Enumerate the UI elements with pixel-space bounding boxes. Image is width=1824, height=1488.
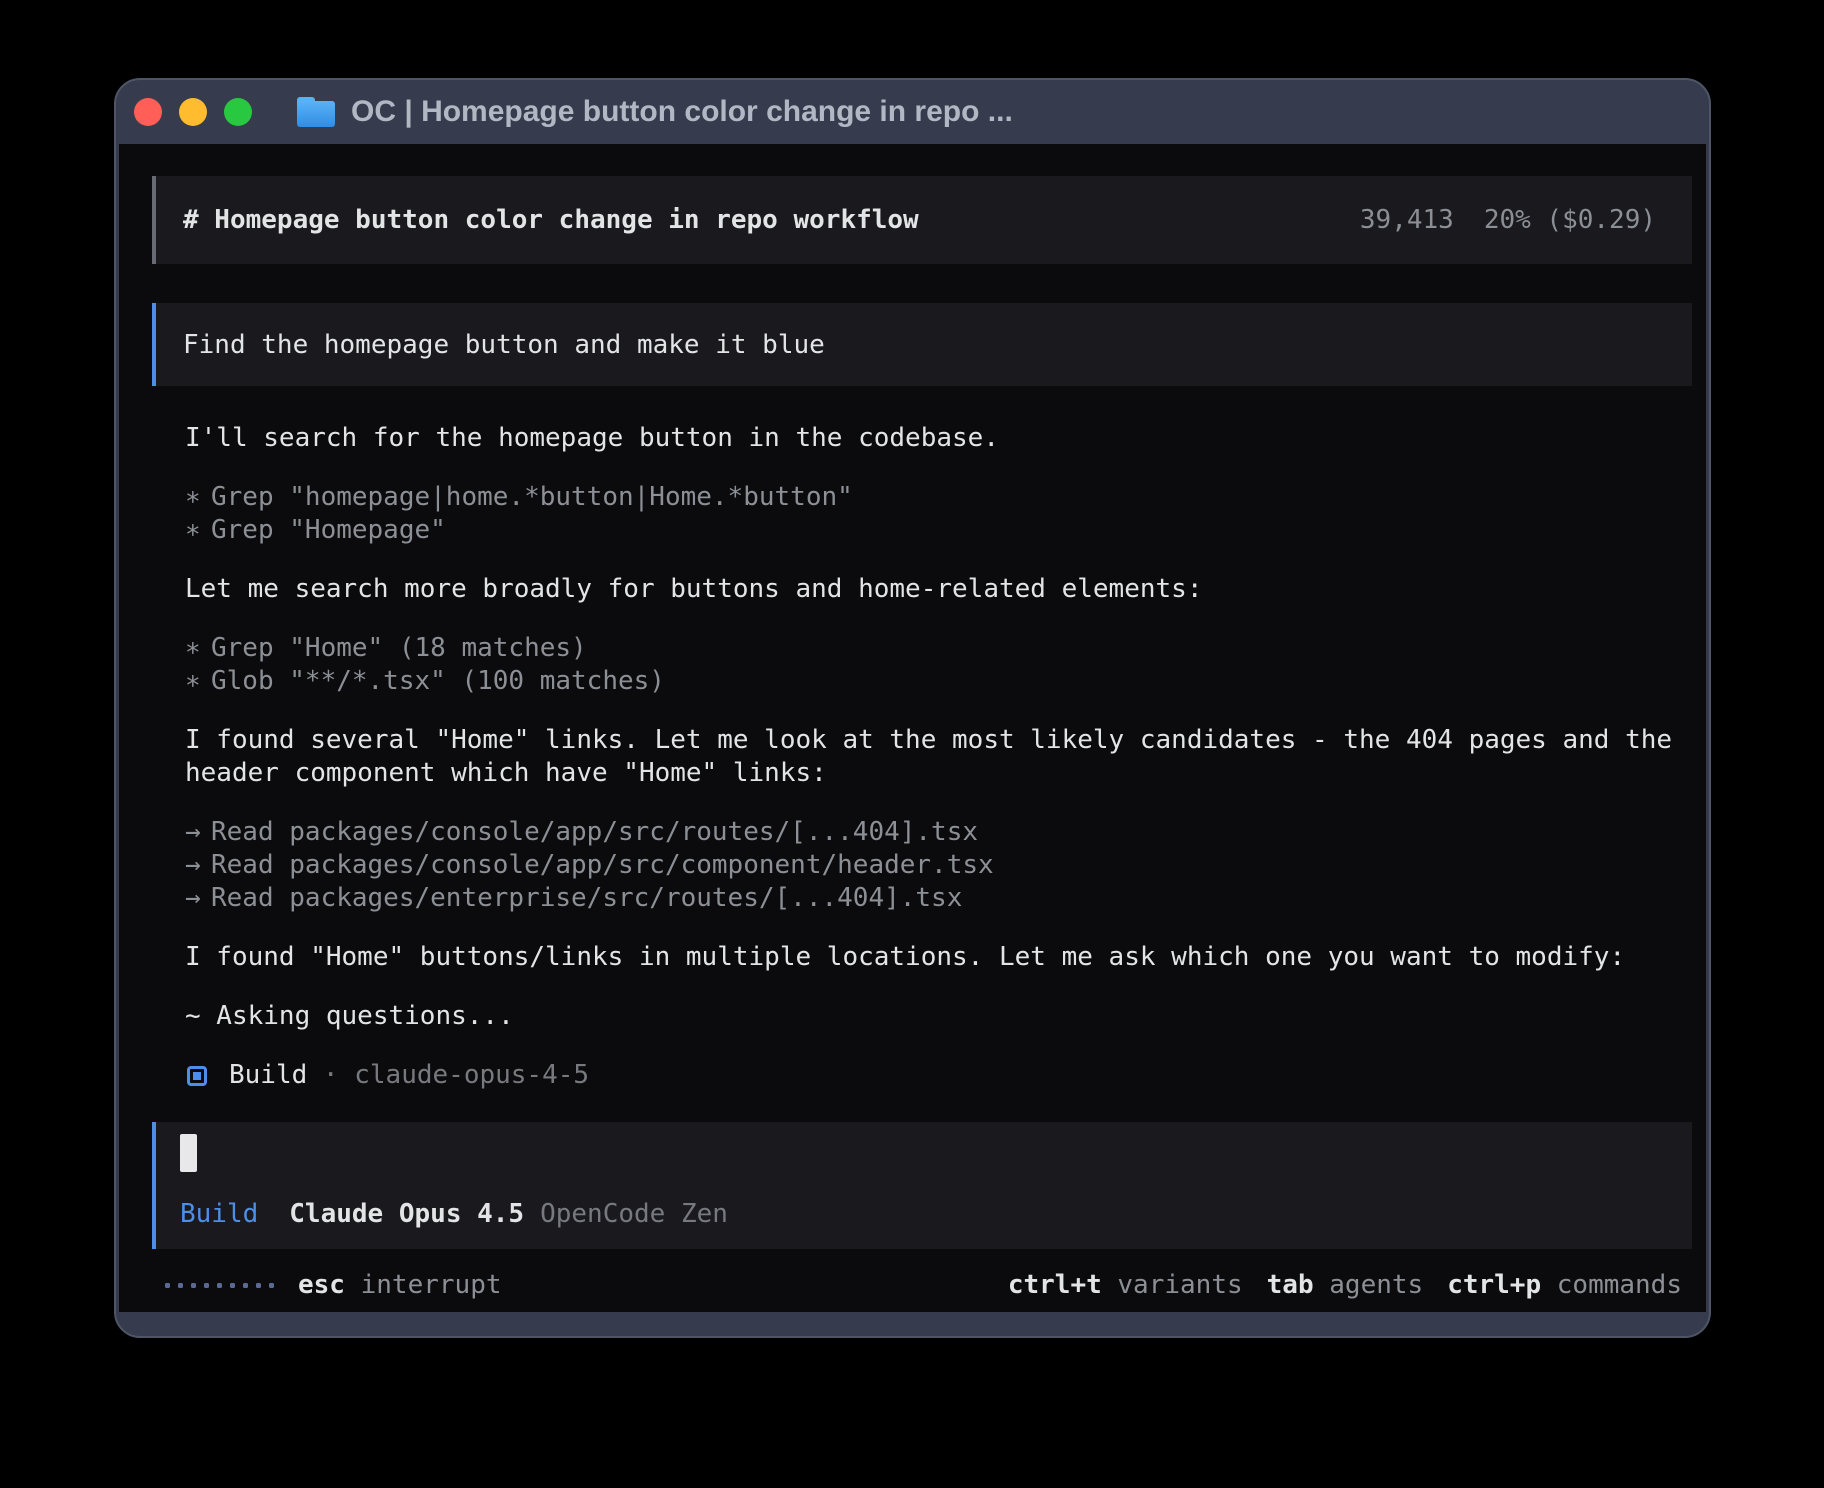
session-title: # Homepage button color change in repo w… — [183, 205, 919, 235]
status-bar-right: ctrl+t variants tab agents ctrl+p comman… — [1008, 1269, 1682, 1302]
agent-model-name: claude-opus-4-5 — [354, 1059, 589, 1092]
hint-key-ctrl-t: ctrl+t — [1008, 1270, 1102, 1300]
model-name: Claude Opus 4.5 — [289, 1198, 524, 1231]
terminal-content: # Homepage button color change in repo w… — [119, 144, 1706, 1312]
tool-asterisk-icon: ∗ — [185, 481, 211, 514]
tool-call-line: ∗Grep "Home" (18 matches) — [185, 632, 1692, 665]
session-header: # Homepage button color change in repo w… — [152, 176, 1692, 264]
tool-call-text: Grep "homepage|home.*button|Home.*button… — [211, 482, 853, 512]
context-usage: 20% ($0.29) — [1484, 205, 1656, 235]
token-count: 39,413 — [1360, 205, 1454, 235]
tool-call-line: ∗Glob "**/*.tsx" (100 matches) — [185, 665, 1692, 698]
window-footer — [116, 1312, 1709, 1336]
agent-mode-indicator: Build — [180, 1198, 258, 1231]
hint-commands: ctrl+p commands — [1447, 1269, 1682, 1302]
agent-name: Build — [229, 1059, 307, 1092]
window-title: OC | Homepage button color change in rep… — [351, 95, 1013, 129]
tool-call-line: →Read packages/console/app/src/component… — [185, 849, 1692, 882]
tool-call-text: Read packages/enterprise/src/routes/[...… — [211, 883, 962, 913]
tool-call-text: Read packages/console/app/src/component/… — [211, 850, 994, 880]
separator-dot: · — [307, 1059, 354, 1092]
spinner-dot — [178, 1283, 183, 1288]
agent-badge-inner-square — [193, 1072, 201, 1080]
session-meta: 39,413 20% ($0.29) — [1360, 205, 1656, 235]
terminal-window: OC | Homepage button color change in rep… — [114, 78, 1711, 1338]
hint-label-interrupt: interrupt — [361, 1270, 502, 1300]
hint-interrupt: esc interrupt — [298, 1269, 502, 1302]
spinner-dot — [269, 1283, 274, 1288]
hint-label-commands: commands — [1557, 1270, 1682, 1300]
titlebar[interactable]: OC | Homepage button color change in rep… — [116, 80, 1709, 144]
hint-key-ctrl-p: ctrl+p — [1447, 1270, 1541, 1300]
tool-call-text: Glob "**/*.tsx" (100 matches) — [211, 666, 665, 696]
hint-label-agents: agents — [1329, 1270, 1423, 1300]
assistant-text: Let me search more broadly for buttons a… — [185, 573, 1690, 606]
read-arrow-icon: → — [185, 816, 211, 849]
assistant-text: I'll search for the homepage button in t… — [185, 422, 1690, 455]
tool-asterisk-icon: ∗ — [185, 632, 211, 665]
user-message: Find the homepage button and make it blu… — [152, 303, 1692, 386]
status-bar-left: esc interrupt — [165, 1269, 502, 1302]
read-arrow-icon: → — [185, 882, 211, 915]
spinner-dot — [217, 1283, 222, 1288]
tool-call-list: ∗Grep "homepage|home.*button|Home.*butto… — [185, 481, 1692, 547]
model-line: Build Claude Opus 4.5 OpenCode Zen — [180, 1198, 1692, 1231]
tool-call-text: Read packages/console/app/src/routes/[..… — [211, 817, 978, 847]
close-button[interactable] — [134, 98, 162, 126]
tool-call-line: ∗Grep "Homepage" — [185, 514, 1692, 547]
transcript: I'll search for the homepage button in t… — [152, 422, 1692, 1092]
tool-call-text: Grep "Homepage" — [211, 515, 446, 545]
status-bar: esc interrupt ctrl+t variants tab agents — [152, 1269, 1692, 1302]
text-cursor — [180, 1134, 197, 1172]
hint-key-tab: tab — [1267, 1270, 1314, 1300]
hint-variants: ctrl+t variants — [1008, 1269, 1243, 1302]
hint-key-esc: esc — [298, 1270, 345, 1300]
assistant-text: I found several "Home" links. Let me loo… — [185, 724, 1690, 790]
tool-call-line: ∗Grep "homepage|home.*button|Home.*butto… — [185, 481, 1692, 514]
tool-call-list: →Read packages/console/app/src/routes/[.… — [185, 816, 1692, 915]
agent-status-line: Build · claude-opus-4-5 — [185, 1059, 1692, 1092]
tool-asterisk-icon: ∗ — [185, 514, 211, 547]
zoom-button[interactable] — [224, 98, 252, 126]
spinner-dot — [256, 1283, 261, 1288]
tool-call-text: Grep "Home" (18 matches) — [211, 633, 587, 663]
folder-icon — [297, 97, 335, 127]
spinner-dot — [165, 1283, 170, 1288]
tool-call-line: →Read packages/console/app/src/routes/[.… — [185, 816, 1692, 849]
hint-agents: tab agents — [1267, 1269, 1424, 1302]
minimize-button[interactable] — [179, 98, 207, 126]
user-message-text: Find the homepage button and make it blu… — [183, 330, 825, 360]
read-arrow-icon: → — [185, 849, 211, 882]
spinner-dot — [204, 1283, 209, 1288]
model-provider: OpenCode Zen — [540, 1198, 728, 1231]
spinner-dot — [230, 1283, 235, 1288]
prompt-input[interactable]: Build Claude Opus 4.5 OpenCode Zen — [152, 1122, 1692, 1249]
spinner-dot — [191, 1283, 196, 1288]
working-status-text: ~ Asking questions... — [185, 1000, 1690, 1033]
tool-call-list: ∗Grep "Home" (18 matches)∗Glob "**/*.tsx… — [185, 632, 1692, 698]
tool-call-line: →Read packages/enterprise/src/routes/[..… — [185, 882, 1692, 915]
agent-badge-icon — [187, 1066, 207, 1086]
hint-label-variants: variants — [1117, 1270, 1242, 1300]
spinner-dots — [165, 1283, 274, 1288]
tool-asterisk-icon: ∗ — [185, 665, 211, 698]
spinner-dot — [243, 1283, 248, 1288]
assistant-text: I found "Home" buttons/links in multiple… — [185, 941, 1690, 974]
